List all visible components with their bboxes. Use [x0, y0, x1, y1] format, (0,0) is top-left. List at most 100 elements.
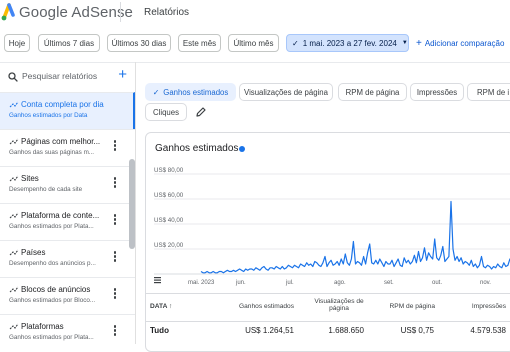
- row-divider: [146, 321, 510, 322]
- col-header-impressions[interactable]: Impressões: [442, 303, 506, 310]
- x-tick-label: mai. 2023: [188, 280, 215, 286]
- date-range-selector[interactable]: ✓ 1 mai. 2023 a 27 fev. 2024 ▼: [286, 34, 409, 52]
- report-trend-icon: [9, 101, 19, 108]
- report-title: Sites: [21, 174, 39, 183]
- brand-name: Google AdSense: [19, 3, 133, 21]
- report-item[interactable]: Páginas com melhor... Ganhos das suas pág…: [0, 129, 135, 166]
- report-title: Plataformas: [21, 322, 64, 331]
- x-tick-label: out.: [432, 280, 442, 286]
- more-options-icon[interactable]: [113, 288, 117, 300]
- top-bar: Google AdSense Relatórios: [0, 0, 510, 28]
- filter-this-month[interactable]: Este mês: [178, 34, 221, 52]
- y-tick-label: US$ 80,00: [154, 167, 184, 174]
- cell-page-rpm: US$ 0,75: [400, 326, 434, 335]
- col-header-date[interactable]: DATA ↑: [150, 303, 172, 310]
- dropdown-arrow-icon: ▼: [401, 40, 408, 46]
- col-header-earnings[interactable]: Ganhos estimados: [216, 303, 294, 310]
- metric-page-rpm[interactable]: RPM de página: [338, 83, 407, 101]
- add-report-icon[interactable]: +: [118, 67, 127, 83]
- earnings-line-chart: US$ 80,00 US$ 60,00 US$ 40,00 US$ 20,00 mai.…: [154, 167, 510, 286]
- x-tick-label: nov.: [480, 280, 491, 286]
- report-item[interactable]: Conta completa por dia Ganhos estimados p…: [0, 92, 135, 129]
- sort-ascending-icon: ↑: [168, 303, 173, 310]
- add-comparison-label: Adicionar comparação: [424, 39, 505, 48]
- table-view-icon: [154, 279, 161, 281]
- search-placeholder: Pesquisar relatórios: [22, 71, 98, 81]
- metric-estimated-earnings[interactable]: ✓ Ganhos estimados: [145, 83, 236, 101]
- report-title: Países: [21, 248, 46, 257]
- report-search[interactable]: Pesquisar relatórios +: [0, 62, 135, 92]
- col-header-date-label: DATA: [150, 303, 168, 310]
- table-header-row: DATA ↑ Ganhos estimados Visualizações de…: [146, 293, 510, 321]
- metric-clicks[interactable]: Cliques: [145, 103, 187, 121]
- more-options-icon[interactable]: [113, 140, 117, 152]
- y-tick-label: US$ 40,00: [154, 217, 184, 224]
- metric-impressions[interactable]: Impressões: [410, 83, 464, 101]
- check-icon: ✓: [292, 38, 299, 48]
- report-list: Conta completa por dia Ganhos estimados p…: [0, 92, 135, 344]
- earnings-card: Ganhos estimados US$ 80,00 US$ 60,00 US$ 4…: [145, 132, 510, 352]
- check-icon: ✓: [152, 87, 160, 97]
- report-trend-icon: [9, 175, 19, 182]
- report-trend-icon: [9, 323, 19, 330]
- col-header-page-views[interactable]: Visualizações de página: [306, 298, 372, 312]
- header-divider: [120, 2, 121, 22]
- report-subtitle: Desempenho dos anúncios p...: [9, 260, 96, 267]
- x-tick-label: set.: [384, 280, 394, 286]
- report-trend-icon: [9, 286, 19, 293]
- report-title: Páginas com melhor...: [21, 137, 101, 146]
- table-view-icon: [154, 277, 161, 279]
- reports-sidebar: Pesquisar relatórios + Conta completa po…: [0, 62, 136, 344]
- report-subtitle: Ganhos das suas páginas m...: [9, 149, 95, 156]
- search-icon: [8, 72, 18, 82]
- report-subtitle: Ganhos estimados por Data: [9, 112, 88, 119]
- cell-page-views: 1.688.650: [328, 326, 364, 335]
- report-subtitle: Ganhos estimados por Plata...: [9, 334, 94, 341]
- filter-today[interactable]: Hoje: [4, 34, 30, 52]
- x-tick-label: ago.: [334, 280, 346, 286]
- plus-icon: +: [416, 38, 422, 49]
- y-tick-label: US$ 60,00: [154, 192, 184, 199]
- filter-last-month[interactable]: Último mês: [228, 34, 279, 52]
- x-tick-label: jun.: [235, 280, 246, 286]
- report-title: Conta completa por dia: [21, 100, 104, 109]
- cell-date: Tudo: [150, 326, 169, 335]
- table-row-total: Tudo US$ 1.264,51 1.688.650 US$ 0,75 4.5…: [146, 321, 510, 341]
- date-range-label: 1 mai. 2023 a 27 fev. 2024: [302, 38, 397, 48]
- metric-label: Ganhos estimados: [163, 87, 229, 97]
- table-view-icon: [154, 282, 161, 284]
- filter-last-30-days[interactable]: Últimos 30 dias: [107, 34, 171, 52]
- report-trend-icon: [9, 212, 19, 219]
- metric-page-views[interactable]: Visualizações de página: [239, 83, 333, 101]
- metric-impression-rpm[interactable]: RPM de i: [467, 83, 510, 101]
- report-trend-icon: [9, 138, 19, 145]
- date-filter-bar: Hoje Últimos 7 dias Últimos 30 dias Este…: [0, 34, 510, 56]
- report-item[interactable]: Sites Desempenho de cada site: [0, 166, 135, 203]
- cell-impressions: 4.579.538: [470, 326, 506, 335]
- col-header-page-rpm[interactable]: RPM de página: [372, 303, 435, 310]
- more-options-icon[interactable]: [113, 325, 117, 337]
- earnings-series-line: [200, 200, 510, 274]
- page-title: Relatórios: [144, 7, 190, 18]
- report-subtitle: Ganhos estimados por Plata...: [9, 223, 94, 230]
- report-item[interactable]: Países Desempenho dos anúncios p...: [0, 240, 135, 277]
- report-subtitle: Desempenho de cada site: [9, 186, 83, 193]
- add-comparison-link[interactable]: + Adicionar comparação: [416, 38, 504, 49]
- report-item[interactable]: Blocos de anúncios Ganhos estimados por B…: [0, 277, 135, 314]
- more-options-icon[interactable]: [113, 177, 117, 189]
- more-options-icon[interactable]: [113, 251, 117, 263]
- report-subtitle: Ganhos estimados por Bloco...: [9, 297, 96, 304]
- report-trend-icon: [9, 249, 19, 256]
- report-item[interactable]: Plataformas Ganhos estimados por Plata...: [0, 314, 135, 344]
- report-title: Blocos de anúncios: [21, 285, 91, 294]
- filter-last-7-days[interactable]: Últimos 7 dias: [38, 34, 100, 52]
- cell-earnings: US$ 1.264,51: [245, 326, 294, 335]
- more-options-icon[interactable]: [113, 214, 117, 226]
- table-top-border: [146, 293, 510, 294]
- edit-metrics-icon[interactable]: [195, 106, 207, 118]
- x-tick-label: jul.: [285, 280, 294, 286]
- adsense-logo[interactable]: Google AdSense: [0, 2, 133, 22]
- report-item[interactable]: Plataforma de conte... Ganhos estimados p…: [0, 203, 135, 240]
- sidebar-scrollbar[interactable]: [129, 159, 135, 249]
- y-tick-label: US$ 20,00: [154, 242, 184, 249]
